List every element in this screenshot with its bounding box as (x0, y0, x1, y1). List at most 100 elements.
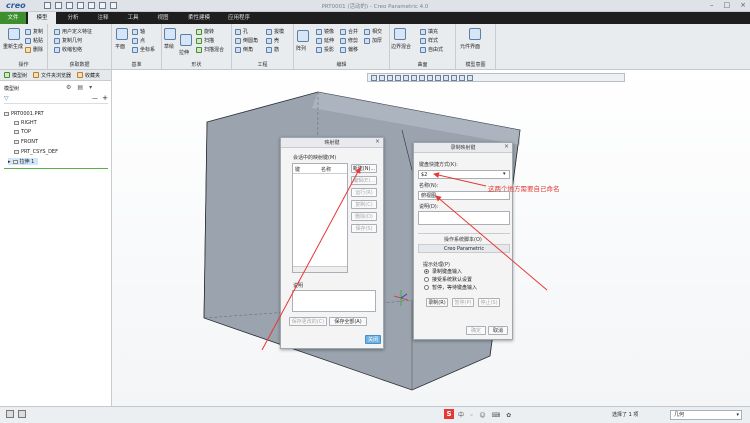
udf-icon[interactable] (54, 28, 60, 35)
tab-folder-browser[interactable]: 文件夹浏览器 (33, 72, 71, 79)
edit-button[interactable]: 编辑(E)... (351, 176, 377, 185)
sweep-icon[interactable] (196, 37, 202, 44)
shell-icon[interactable] (266, 37, 272, 44)
mapkeys-list[interactable]: 键 名称 (292, 163, 348, 273)
shrinkwrap-label: 收缩包络 (62, 47, 83, 53)
component-interface-icon[interactable] (469, 28, 481, 40)
save-button[interactable]: 保存(S) (351, 224, 377, 233)
copy-icon[interactable] (25, 28, 31, 35)
run-button[interactable]: 运行(R) (351, 188, 377, 197)
tree-settings-icon[interactable]: ⚙ (66, 84, 71, 91)
tree-item-root[interactable]: PRT0001.PRT (4, 111, 44, 117)
copy-geometry-icon[interactable] (54, 37, 60, 44)
point-icon[interactable] (132, 37, 138, 44)
merge-icon[interactable] (340, 28, 346, 35)
mirror-icon[interactable] (316, 28, 322, 35)
draft-icon[interactable] (266, 28, 272, 35)
tab-view[interactable]: 视图 (150, 12, 176, 24)
offset-icon[interactable] (340, 46, 346, 53)
close-icon[interactable]: × (504, 143, 509, 150)
stop-button[interactable]: 停止(S) (478, 298, 500, 307)
description-input[interactable] (418, 211, 510, 225)
paste-icon[interactable] (25, 37, 31, 44)
radio-accept-defaults[interactable]: 接受系统默认设置 (424, 276, 472, 283)
style-icon[interactable] (420, 37, 426, 44)
ime-tools-icon[interactable]: 中 ◦ ☺ ⌨ ✿ (458, 410, 513, 419)
plane-icon[interactable] (116, 28, 128, 40)
ok-button[interactable]: 确定 (466, 326, 486, 335)
close-icon[interactable]: × (375, 138, 380, 145)
horizontal-scrollbar[interactable] (293, 266, 347, 272)
axis-icon[interactable] (132, 28, 138, 35)
delete-button[interactable]: 删除(D) (351, 212, 377, 221)
pattern-icon[interactable] (297, 30, 309, 42)
close-icon[interactable]: × (740, 1, 746, 9)
tree-item-front[interactable]: FRONT (14, 139, 38, 145)
tab-tools[interactable]: 工具 (120, 12, 146, 24)
tab-model-tree[interactable]: 模型树 (4, 72, 27, 79)
filter-icon[interactable]: ▽ (4, 95, 9, 102)
hole-icon[interactable] (235, 28, 241, 35)
shrinkwrap-icon[interactable] (54, 46, 60, 53)
fill-icon[interactable] (420, 28, 426, 35)
record-button[interactable]: 录制(R) (426, 298, 448, 307)
tab-applications[interactable]: 应用程序 (222, 12, 256, 24)
chamfer-icon[interactable] (235, 46, 241, 53)
tab-file[interactable]: 文件 (0, 12, 26, 24)
cancel-button[interactable]: 取消 (488, 326, 508, 335)
selection-filter-dropdown[interactable]: 几何 ▾ (670, 410, 742, 420)
tab-analysis[interactable]: 分析 (60, 12, 86, 24)
annotation-text: 这两个地方需要自己命名 (488, 185, 560, 193)
save-changed-button[interactable]: 保存更改的(C) (289, 317, 327, 326)
message-log-icon[interactable] (6, 410, 14, 418)
radio-label: 暂停，等待键盘输入 (432, 285, 478, 291)
ime-icon[interactable]: S (444, 409, 454, 419)
tab-model[interactable]: 模型 (28, 12, 56, 24)
boundary-blend-icon[interactable] (394, 28, 406, 40)
group-shapes: 草绘 拉伸 旋转 扫描 扫描混合 形状 (162, 24, 232, 70)
intersect-icon[interactable] (364, 28, 370, 35)
group-label: 形状 (191, 62, 202, 68)
name-label: 名称(N): (419, 183, 439, 189)
collapse-icon[interactable]: — (92, 95, 98, 102)
project-icon[interactable] (316, 46, 322, 53)
show-icon[interactable]: ▤ (77, 84, 83, 91)
tab-flexible-modeling[interactable]: 柔性建模 (182, 12, 216, 24)
swept-blend-icon[interactable] (196, 46, 202, 53)
tree-item-csys[interactable]: PRT_CSYS_DEF (14, 149, 58, 155)
tree-item-extrude[interactable]: ▸ 拉伸 1 (8, 158, 39, 165)
chevron-down-icon[interactable]: ▾ (89, 84, 92, 91)
chevron-down-icon[interactable]: ▾ (503, 171, 506, 177)
csys-icon[interactable] (132, 46, 138, 53)
save-all-button[interactable]: 保存全部(A) (329, 317, 367, 326)
rib-icon[interactable] (266, 46, 272, 53)
radio-pause-for-input[interactable]: 暂停，等待键盘输入 (424, 284, 477, 291)
tab-annotate[interactable]: 注释 (90, 12, 116, 24)
revolve-icon[interactable] (196, 28, 202, 35)
extend-icon[interactable] (316, 37, 322, 44)
close-button[interactable]: 关闭 (365, 335, 381, 344)
tab-favorites[interactable]: 收藏夹 (77, 72, 100, 79)
pause-button[interactable]: 暂停(P) (452, 298, 474, 307)
freestyle-icon[interactable] (420, 46, 426, 53)
extrude-icon[interactable] (180, 34, 192, 46)
key-sequence-input[interactable]: $2 (418, 170, 510, 179)
expand-icon[interactable]: ▸ (8, 159, 11, 165)
add-icon[interactable]: + (102, 94, 108, 102)
copy-button[interactable]: 复制(C) (351, 200, 377, 209)
chamfer-label: 倒角 (243, 47, 254, 53)
round-icon[interactable] (235, 37, 241, 44)
maximize-icon[interactable]: □ (724, 1, 731, 9)
delete-icon[interactable] (25, 46, 31, 53)
minimize-icon[interactable]: – (710, 1, 714, 9)
regenerate-icon[interactable] (8, 28, 20, 40)
trim-icon[interactable] (340, 37, 346, 44)
tab-creo-parametric[interactable]: Creo Parametric (418, 244, 510, 253)
new-mapkey-button[interactable]: 新建(N)... (351, 164, 377, 173)
tree-item-right[interactable]: RIGHT (14, 120, 37, 126)
browser-toggle-icon[interactable] (18, 410, 26, 418)
thicken-icon[interactable] (364, 37, 370, 44)
tree-item-top[interactable]: TOP (14, 129, 31, 135)
radio-record-keyboard[interactable]: 录制键盘输入 (424, 268, 462, 275)
sketch-icon[interactable] (164, 28, 176, 40)
